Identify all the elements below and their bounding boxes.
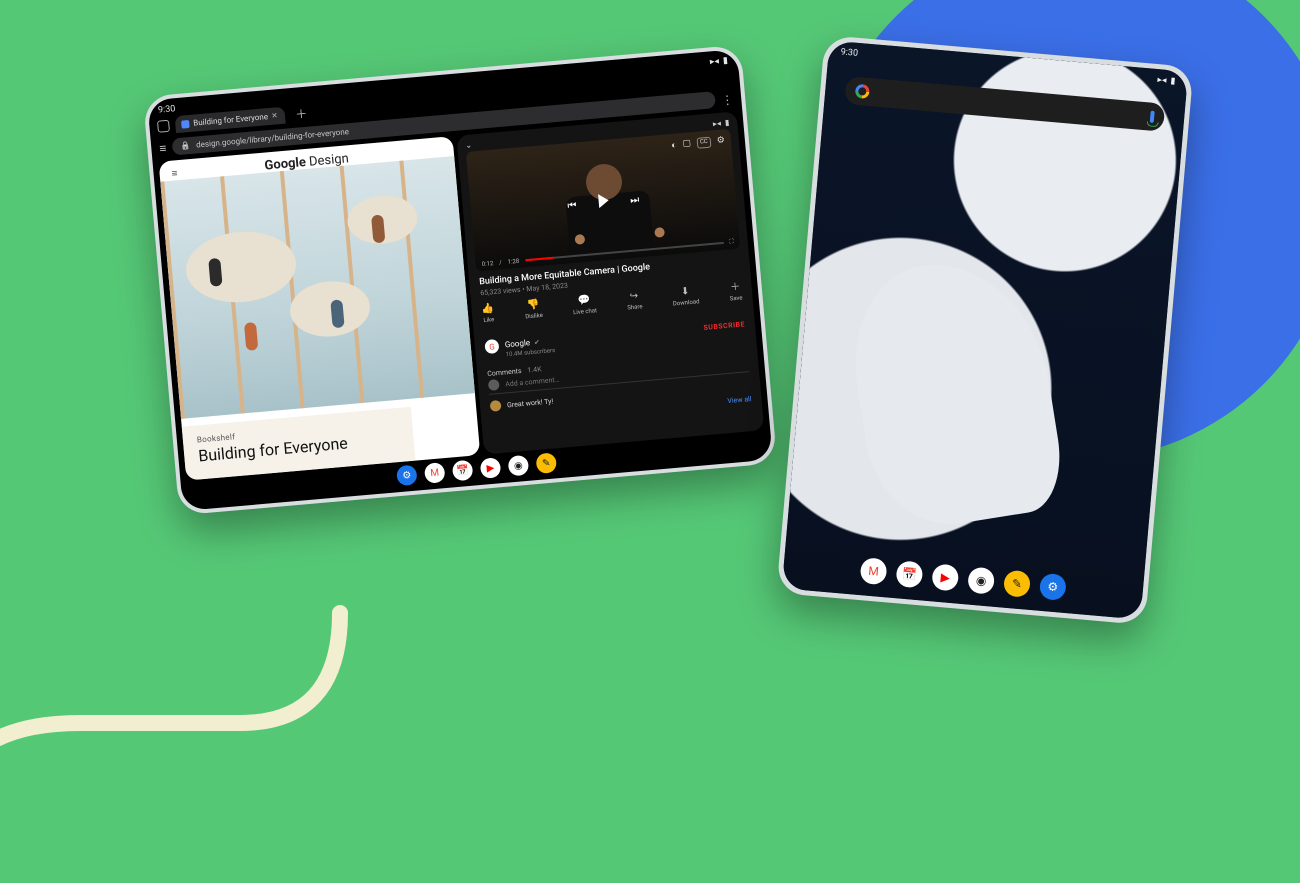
action-live-chat[interactable]: 💬Live chat: [572, 295, 597, 316]
split-view: ≡ Google Design Bookshelf Building for E…: [153, 111, 771, 481]
close-tab-icon[interactable]: [271, 110, 277, 121]
wifi-icon: ▸◂: [710, 57, 720, 68]
split-left-webpage: ≡ Google Design Bookshelf Building for E…: [159, 136, 481, 480]
hamburger-icon[interactable]: ≡: [159, 141, 167, 156]
comment-placeholder: Add a comment…: [505, 375, 560, 388]
dock-keep-icon[interactable]: ✎: [1003, 570, 1031, 598]
user-avatar: [488, 379, 500, 391]
bg-cream-stroke: [0, 563, 380, 883]
dock-calendar-icon[interactable]: 📅: [452, 460, 474, 482]
cc-icon[interactable]: CC: [697, 137, 712, 149]
dock-youtube-icon[interactable]: ▶: [480, 457, 502, 479]
article-card[interactable]: Bookshelf Building for Everyone: [182, 407, 416, 481]
dock-gmail-icon[interactable]: M: [424, 462, 446, 484]
fullscreen-icon[interactable]: ⛶: [729, 238, 734, 246]
status-time: 9:30: [158, 104, 176, 115]
settings-gear-icon[interactable]: ⚙: [716, 135, 725, 147]
dock-keep-icon[interactable]: ✎: [535, 452, 557, 474]
action-save[interactable]: ＋Save: [728, 282, 742, 302]
overflow-menu-icon[interactable]: [720, 89, 734, 109]
tablet-landscape: 9:30 ▸◂ ▮ Building for Everyone ＋ ≡ desi…: [143, 45, 777, 516]
skip-prev-icon[interactable]: [566, 193, 577, 213]
autoplay-toggle[interactable]: ◐: [671, 140, 677, 151]
tab-favicon: [181, 120, 190, 129]
tab-title: Building for Everyone: [193, 112, 268, 127]
screen-portrait: 9:30 ▸◂ ▮ M 📅 ▶ ◉ ✎ ⚙: [782, 40, 1189, 619]
action-download[interactable]: ⬇Download: [672, 286, 700, 307]
wifi-icon: ▸◂: [1157, 75, 1167, 86]
hero-illustration: [160, 156, 475, 419]
verified-icon: ✔: [534, 338, 541, 346]
wifi-icon: ▸◂: [713, 119, 722, 129]
time-total: 1:28: [507, 257, 519, 265]
channel-avatar: G: [484, 339, 499, 354]
action-dislike[interactable]: 👎Dislike: [524, 300, 543, 320]
battery-icon: ▮: [1170, 76, 1176, 86]
action-like[interactable]: 👍Like: [481, 304, 495, 324]
home-icon[interactable]: [157, 119, 170, 132]
dock-youtube-icon[interactable]: ▶: [931, 563, 959, 591]
video-player[interactable]: ◐ ▢ CC ⚙ 0:12 / 1:28: [466, 129, 740, 272]
comment-text: Great work! Ty!: [507, 397, 554, 409]
lock-icon: [180, 141, 191, 151]
like-icon: 👍: [481, 304, 494, 315]
subscribe-button[interactable]: SUBSCRIBE: [703, 320, 745, 332]
share-icon: ↪: [629, 292, 638, 303]
status-icons: ▸◂ ▮: [710, 56, 729, 68]
progress-fill: [525, 257, 553, 261]
channel-name: Google: [504, 338, 530, 349]
battery-icon: ▮: [725, 118, 730, 127]
live chat-icon: 💬: [578, 296, 591, 307]
skip-next-icon[interactable]: [629, 188, 640, 208]
time-current: 0:12: [481, 260, 493, 268]
download-icon: ⬇: [681, 287, 690, 298]
dock-settings-icon[interactable]: ⚙: [1039, 573, 1067, 601]
dock-gmail-icon[interactable]: M: [859, 557, 887, 585]
action-share[interactable]: ↪Share: [626, 291, 643, 311]
dock-chrome-icon[interactable]: ◉: [967, 567, 995, 595]
dock-settings-icon[interactable]: ⚙: [396, 465, 418, 487]
new-tab-button[interactable]: ＋: [290, 104, 311, 123]
commenter-avatar: [490, 400, 502, 412]
dock-calendar-icon[interactable]: 📅: [895, 560, 923, 588]
status-time: 9:30: [840, 47, 858, 58]
google-logo-icon: [855, 84, 870, 99]
tablet-portrait: 9:30 ▸◂ ▮ M 📅 ▶ ◉ ✎ ⚙: [776, 35, 1193, 625]
mic-icon[interactable]: [1150, 111, 1155, 123]
play-icon[interactable]: [598, 193, 609, 208]
cast-icon[interactable]: ▢: [682, 138, 691, 150]
battery-icon: ▮: [723, 56, 729, 66]
dock-chrome-icon[interactable]: ◉: [508, 455, 530, 477]
dislike-icon: 👎: [527, 300, 540, 311]
split-right-youtube: ⌄ ▸◂ ▮ ◐ ▢ CC ⚙: [456, 111, 764, 454]
screen-landscape: 9:30 ▸◂ ▮ Building for Everyone ＋ ≡ desi…: [147, 49, 773, 511]
chevron-down-icon[interactable]: ⌄: [465, 140, 472, 150]
save-icon: ＋: [730, 283, 741, 294]
